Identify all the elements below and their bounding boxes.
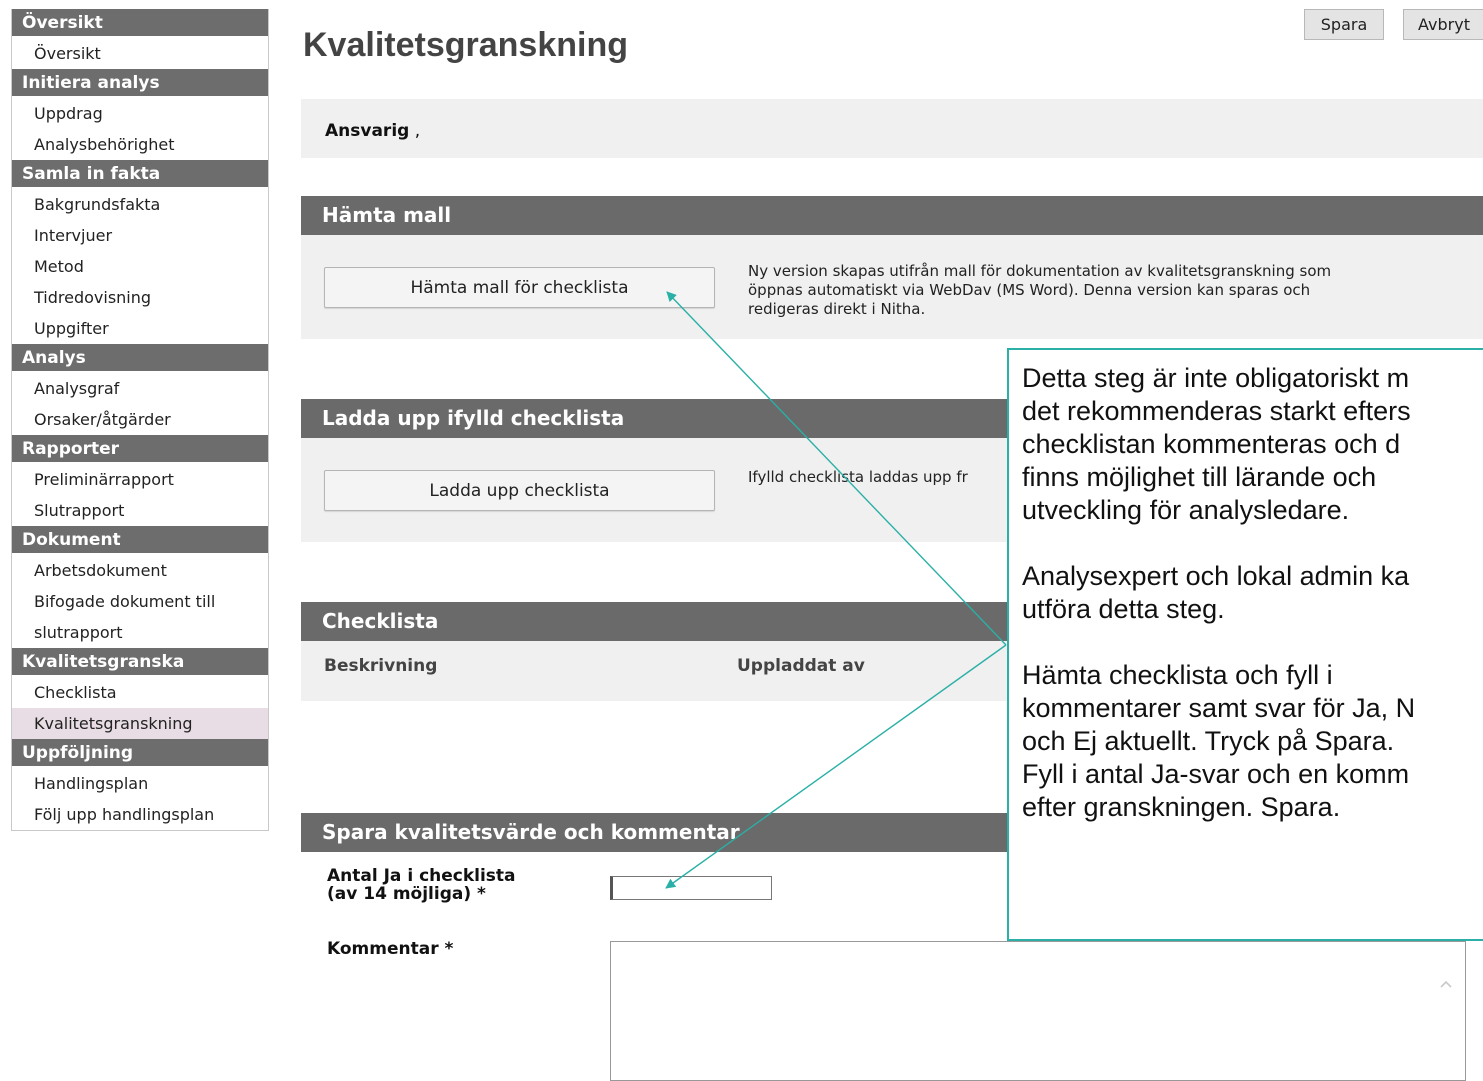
sidebar-item[interactable]: Analysgraf bbox=[12, 373, 268, 404]
comment-label: Kommentar * bbox=[327, 939, 454, 959]
cancel-button[interactable]: Avbryt bbox=[1403, 9, 1483, 40]
sidebar-item[interactable]: Bifogade dokument till bbox=[12, 586, 268, 617]
save-button[interactable]: Spara bbox=[1304, 9, 1384, 40]
page-title: Kvalitetsgranskning bbox=[303, 26, 628, 64]
sidebar-item[interactable]: Tidredovisning bbox=[12, 282, 268, 313]
column-header-description: Beskrivning bbox=[324, 656, 438, 676]
sidebar-item[interactable]: Preliminärrapport bbox=[12, 464, 268, 495]
sidebar-item[interactable]: Arbetsdokument bbox=[12, 555, 268, 586]
template-panel: Hämta mall Hämta mall för checklista Ny … bbox=[301, 196, 1483, 339]
sidebar-item[interactable]: Bakgrundsfakta bbox=[12, 189, 268, 220]
responsible-bar: Ansvarig , bbox=[301, 99, 1483, 158]
sidebar-item[interactable]: Uppgifter bbox=[12, 313, 268, 344]
upload-description: Ifylld checklista laddas upp fr bbox=[748, 468, 968, 486]
sidebar-section-header: Rapporter bbox=[12, 435, 268, 464]
yes-count-input[interactable] bbox=[610, 876, 772, 900]
sidebar-item[interactable]: Kvalitetsgranskning bbox=[12, 708, 268, 739]
callout-line: det rekommenderas starkt efters bbox=[1022, 396, 1411, 426]
callout-line: kommentarer samt svar för Ja, N bbox=[1022, 693, 1416, 723]
sidebar-item[interactable]: Uppdrag bbox=[12, 98, 268, 129]
callout-line: Analysexpert och lokal admin ka bbox=[1022, 561, 1410, 591]
sidebar-item[interactable]: Intervjuer bbox=[12, 220, 268, 251]
sidebar-item[interactable]: Slutrapport bbox=[12, 495, 268, 526]
sidebar-section-header: Dokument bbox=[12, 526, 268, 555]
sidebar-item[interactable]: Analysbehörighet bbox=[12, 129, 268, 160]
responsible-value: , bbox=[409, 121, 421, 141]
sidebar-item[interactable]: Följ upp handlingsplan bbox=[12, 799, 268, 830]
callout-line: efter granskningen. Spara. bbox=[1022, 792, 1341, 822]
sidebar-item[interactable]: Handlingsplan bbox=[12, 768, 268, 799]
sidebar-section-header: Samla in fakta bbox=[12, 160, 268, 189]
yes-count-label: Antal Ja i checklista (av 14 möjliga) * bbox=[327, 866, 516, 904]
help-callout: Detta steg är inte obligatoriskt m det r… bbox=[1007, 348, 1483, 941]
callout-line: Detta steg är inte obligatoriskt m bbox=[1022, 363, 1410, 393]
sidebar-item[interactable]: slutrapport bbox=[12, 617, 268, 648]
sidebar-item[interactable]: Metod bbox=[12, 251, 268, 282]
sidebar-section-header: Kvalitetsgranska bbox=[12, 648, 268, 677]
comment-textarea[interactable] bbox=[610, 941, 1466, 1081]
column-header-uploaded-by: Uppladdat av bbox=[737, 656, 865, 676]
responsible-label: Ansvarig bbox=[325, 121, 410, 141]
template-panel-title: Hämta mall bbox=[301, 196, 1483, 235]
template-description: Ny version skapas utifrån mall för dokum… bbox=[748, 262, 1332, 318]
callout-line: Hämta checklista och fyll i bbox=[1022, 660, 1333, 690]
sidebar-item[interactable]: Översikt bbox=[12, 38, 268, 69]
sidebar-section-header: Översikt bbox=[12, 9, 268, 38]
callout-line: och Ej aktuellt. Tryck på Spara. bbox=[1022, 726, 1395, 756]
callout-line: Fyll i antal Ja-svar och en komm bbox=[1022, 759, 1410, 789]
sidebar-section-header: Uppföljning bbox=[12, 739, 268, 768]
callout-line: finns möjlighet till lärande och bbox=[1022, 462, 1377, 492]
sidebar-section-header: Initiera analys bbox=[12, 69, 268, 98]
callout-line: utveckling för analysledare. bbox=[1022, 495, 1350, 525]
sidebar-item[interactable]: Orsaker/åtgärder bbox=[12, 404, 268, 435]
scroll-up-icon[interactable] bbox=[1439, 976, 1453, 990]
fetch-template-button[interactable]: Hämta mall för checklista bbox=[324, 267, 715, 308]
sidebar-nav: Översikt Översikt Initiera analys Uppdrag An… bbox=[11, 9, 269, 831]
sidebar-item[interactable]: Checklista bbox=[12, 677, 268, 708]
callout-line: utföra detta steg. bbox=[1022, 594, 1225, 624]
upload-checklist-button[interactable]: Ladda upp checklista bbox=[324, 470, 715, 511]
sidebar-section-header: Analys bbox=[12, 344, 268, 373]
callout-line: checklistan kommenteras och d bbox=[1022, 429, 1401, 459]
